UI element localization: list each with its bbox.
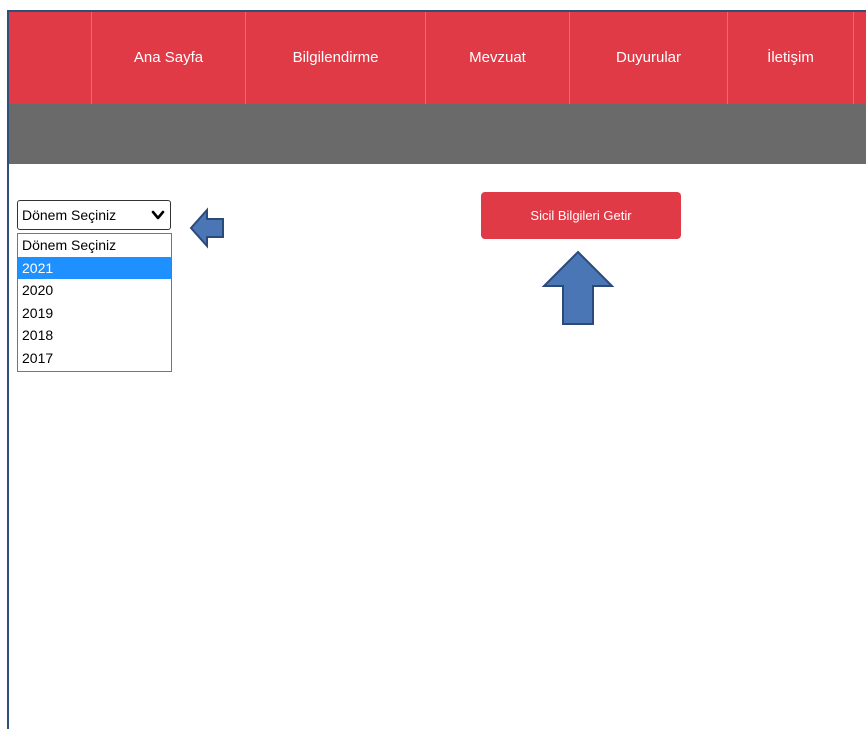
page-frame: Ana Sayfa Bilgilendirme Mevzuat Duyurula…	[7, 10, 866, 729]
fetch-records-button[interactable]: Sicil Bilgileri Getir	[481, 192, 681, 239]
period-dropdown-list: Dönem Seçiniz 2021 2020 2019 2018 2017	[17, 233, 172, 372]
sub-header-bar	[9, 104, 866, 164]
period-option-selected[interactable]: 2021	[18, 256, 171, 279]
nav-item-bilgilendirme[interactable]: Bilgilendirme	[246, 12, 425, 104]
period-option[interactable]: 2018	[18, 324, 171, 347]
period-select-value: Dönem Seçiniz	[22, 207, 117, 223]
nav-item-iletisim[interactable]: İletişim	[728, 12, 853, 104]
nav-item-duyurular[interactable]: Duyurular	[570, 12, 727, 104]
top-navigation: Ana Sayfa Bilgilendirme Mevzuat Duyurula…	[9, 12, 866, 104]
period-option[interactable]: 2017	[18, 347, 171, 370]
period-option[interactable]: 2019	[18, 302, 171, 325]
nav-item-mevzuat[interactable]: Mevzuat	[426, 12, 569, 104]
arrow-up-icon	[541, 250, 615, 325]
period-option[interactable]: Dönem Seçiniz	[18, 234, 171, 257]
nav-separator	[853, 12, 854, 104]
period-option[interactable]: 2020	[18, 279, 171, 302]
nav-item-ana-sayfa[interactable]: Ana Sayfa	[92, 12, 245, 104]
chevron-down-icon	[151, 210, 165, 220]
period-select[interactable]: Dönem Seçiniz	[17, 200, 171, 230]
arrow-left-icon	[189, 207, 224, 249]
